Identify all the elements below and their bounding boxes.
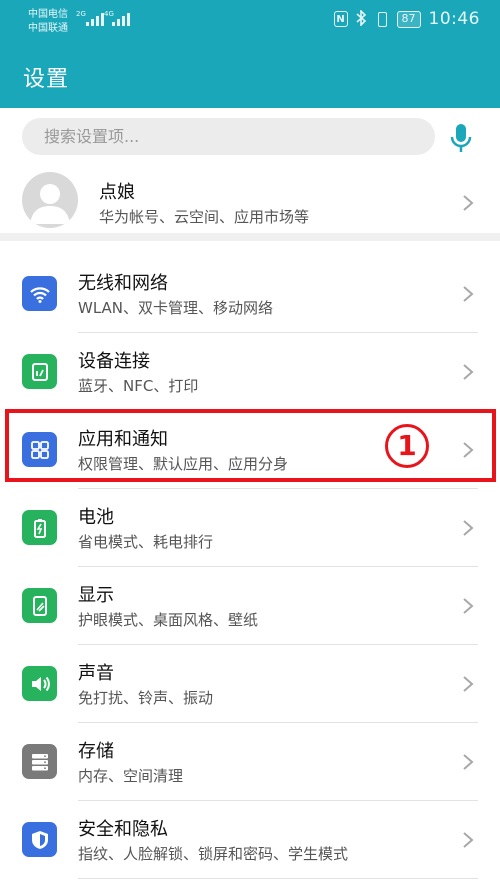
item-title: 无线和网络 <box>78 273 168 294</box>
signal-icon <box>86 12 104 26</box>
account-row[interactable]: 点娘 华为帐号、云空间、应用市场等 <box>0 166 500 241</box>
chevron-right-icon <box>462 753 474 771</box>
nfc-icon: N <box>333 11 348 27</box>
settings-item-device-connect[interactable]: 设备连接 蓝牙、NFC、打印 <box>0 333 500 411</box>
settings-item-security[interactable]: 安全和隐私 指纹、人脸解锁、锁屏和密码、学生模式 <box>0 801 500 879</box>
status-right: N 87 10:46 <box>333 8 481 29</box>
vibrate-icon <box>375 11 389 27</box>
account-name: 点娘 <box>99 182 135 203</box>
page-title: 设置 <box>23 67 70 92</box>
settings-item-wireless[interactable]: 无线和网络 WLAN、双卡管理、移动网络 <box>0 255 500 333</box>
item-title: 显示 <box>78 585 114 606</box>
item-title: 声音 <box>78 663 114 684</box>
item-subtitle: 省电模式、耗电排行 <box>78 533 214 551</box>
carrier-2: 中国联通 <box>28 23 68 34</box>
app-header: 中国电信 中国联通 2G 4G N 87 10:46 设置 <box>0 0 500 108</box>
microphone-icon[interactable] <box>448 122 474 158</box>
security-icon <box>22 822 57 857</box>
item-title: 设备连接 <box>78 351 150 372</box>
chevron-right-icon <box>462 831 474 849</box>
battery-icon: 87 <box>396 10 421 28</box>
clock: 10:46 <box>428 9 480 29</box>
account-subtitle: 华为帐号、云空间、应用市场等 <box>99 208 310 226</box>
chevron-right-icon <box>462 363 474 381</box>
settings-item-sound[interactable]: 声音 免打扰、铃声、振动 <box>0 645 500 723</box>
item-title: 安全和隐私 <box>78 819 168 840</box>
chevron-right-icon <box>462 194 474 212</box>
search-input[interactable]: 搜索设置项... <box>22 118 435 155</box>
item-subtitle: 免打扰、铃声、振动 <box>78 689 214 707</box>
device-connect-icon <box>22 354 57 389</box>
storage-icon <box>22 744 57 779</box>
settings-item-display[interactable]: 显示 护眼模式、桌面风格、壁纸 <box>0 567 500 645</box>
bluetooth-icon <box>355 8 367 29</box>
signal-icon-2 <box>112 12 130 26</box>
item-subtitle: 指纹、人脸解锁、锁屏和密码、学生模式 <box>78 845 349 863</box>
chevron-right-icon <box>462 519 474 537</box>
avatar <box>22 172 78 228</box>
chevron-right-icon <box>462 675 474 693</box>
settings-list: 无线和网络 WLAN、双卡管理、移动网络 设备连接 蓝牙、NFC、打印 应用和通… <box>0 255 500 879</box>
status-bar: 中国电信 中国联通 2G 4G N 87 10:46 <box>0 0 500 40</box>
network-type-1: 2G <box>76 10 86 18</box>
carrier-1: 中国电信 <box>28 9 68 20</box>
item-title: 电池 <box>78 507 114 528</box>
item-subtitle: 权限管理、默认应用、应用分身 <box>78 455 289 473</box>
item-subtitle: 护眼模式、桌面风格、壁纸 <box>78 611 259 629</box>
wifi-icon <box>22 276 57 311</box>
chevron-right-icon <box>462 441 474 459</box>
item-title: 应用和通知 <box>78 429 168 450</box>
item-subtitle: 内存、空间清理 <box>78 767 184 785</box>
item-subtitle: 蓝牙、NFC、打印 <box>78 377 199 395</box>
item-title: 存储 <box>78 741 114 762</box>
battery-icon <box>22 510 57 545</box>
search-bar: 搜索设置项... <box>0 108 500 166</box>
chevron-right-icon <box>462 597 474 615</box>
sound-icon <box>22 666 57 701</box>
apps-icon <box>22 432 57 467</box>
carrier-info: 中国电信 中国联通 <box>28 8 68 36</box>
step-number-annotation: 1 <box>385 424 429 468</box>
settings-item-storage[interactable]: 存储 内存、空间清理 <box>0 723 500 801</box>
display-icon <box>22 588 57 623</box>
item-subtitle: WLAN、双卡管理、移动网络 <box>78 299 274 317</box>
chevron-right-icon <box>462 285 474 303</box>
settings-item-battery[interactable]: 电池 省电模式、耗电排行 <box>0 489 500 567</box>
